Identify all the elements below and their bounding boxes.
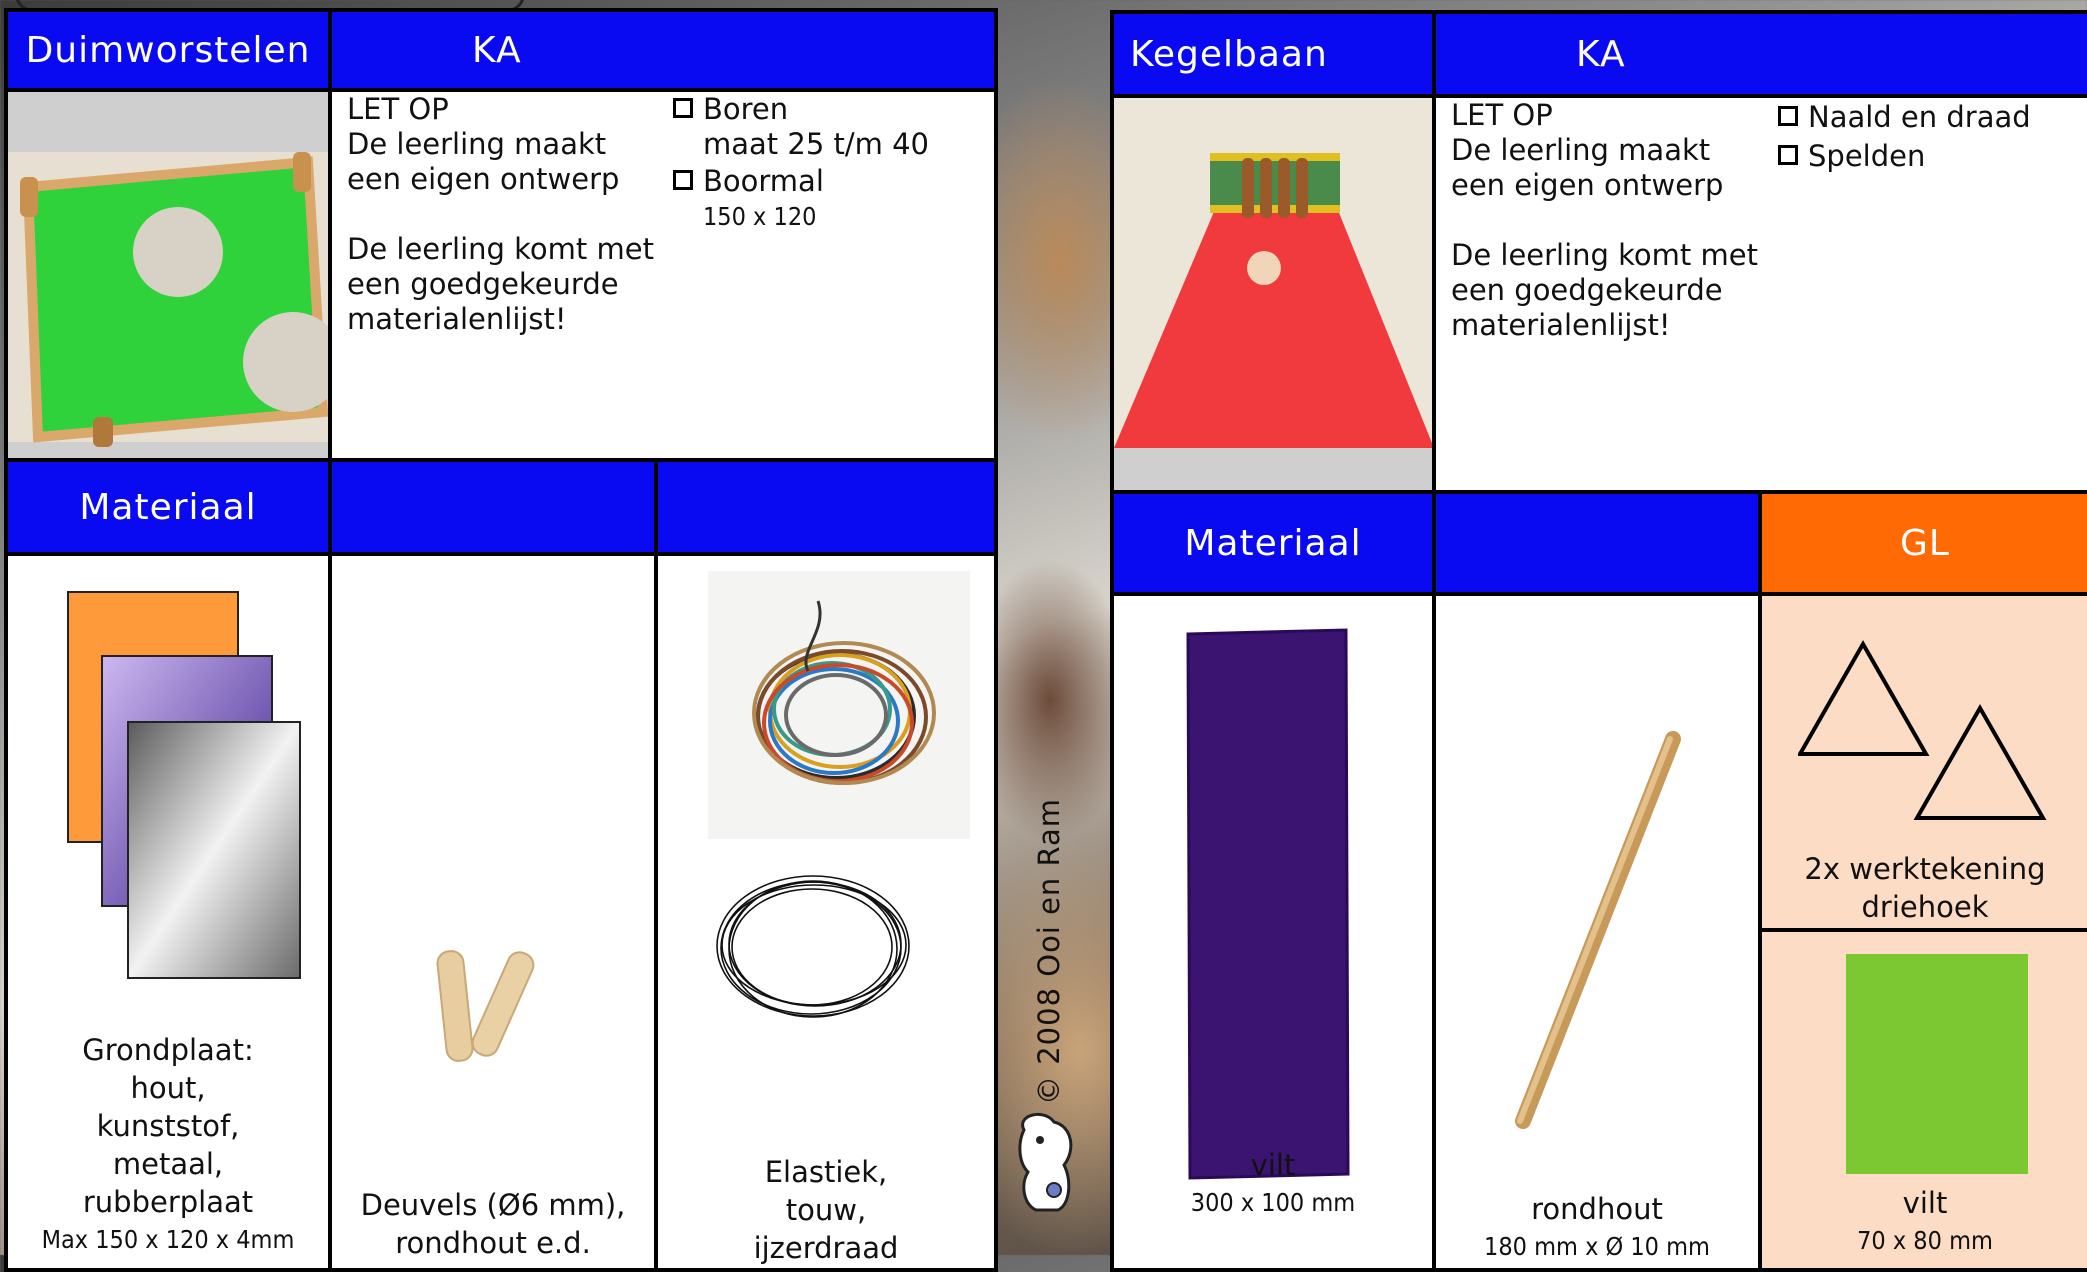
left-photo-cell <box>4 88 332 462</box>
dowels-image <box>436 950 535 1062</box>
tool-checkbox-boren[interactable]: Boren maat 25 t/m 40 <box>673 92 993 162</box>
deuvels-caption: Deuvels (Ø6 mm), rondhout e.d. <box>332 1186 654 1262</box>
left-note-line4: een goedgekeurde <box>347 267 619 301</box>
material-cell-vilt-green: vilt 70 x 80 mm <box>1758 928 2087 1272</box>
caption-name: vilt <box>1250 1148 1296 1182</box>
caption-line: rondhout e.d. <box>395 1226 591 1260</box>
caption-line: metaal, <box>112 1147 224 1181</box>
material-cell-deuvels: Deuvels (Ø6 mm), rondhout e.d. <box>328 552 658 1272</box>
tool-checkbox-naald-en-draad[interactable]: Naald en draad <box>1778 100 2078 135</box>
checkbox-icon <box>1778 106 1798 126</box>
caption-line: Grondplaat: <box>82 1033 254 1067</box>
right-materials-title: Materiaal <box>1184 522 1362 564</box>
elastiek-caption: Elastiek, touw, ijzerdraad <box>658 1153 994 1267</box>
caption-line: driehoek <box>1861 890 1989 924</box>
right-note-heading: LET OP <box>1451 98 1553 132</box>
left-note-line3: De leerling komt met <box>347 232 654 266</box>
tool-checkbox-spelden[interactable]: Spelden <box>1778 139 2078 174</box>
round-wood-rod-image <box>1515 731 1681 1129</box>
right-title-cell: Kegelbaan <box>1110 10 1436 98</box>
tool-detail: 150 x 120 <box>703 202 817 231</box>
right-photo-cell <box>1110 94 1436 494</box>
right-header-blank <box>1432 490 1762 596</box>
tool-label: Naald en draad <box>1808 100 2031 134</box>
right-ka-badge: KA <box>1576 33 1626 75</box>
caption-name: rondhout <box>1531 1192 1663 1226</box>
left-badge-cell: KA <box>328 8 998 92</box>
caption-line: Elastiek, <box>764 1155 888 1189</box>
caption-line: Deuvels (Ø6 mm), <box>360 1188 626 1222</box>
right-note-line5: materialenlijst! <box>1451 308 1671 342</box>
right-note-line4: een goedgekeurde <box>1451 273 1723 307</box>
drawing-caption: 2x werktekening driehoek <box>1762 850 2087 926</box>
gl-label: GL <box>1900 522 1950 564</box>
material-cell-elastiek: Elastiek, touw, ijzerdraad <box>654 552 998 1272</box>
tool-detail: maat 25 t/m 40 <box>703 127 930 161</box>
left-card-title: Duimworstelen <box>25 29 311 71</box>
material-cell-rondhout: rondhout 180 mm x Ø 10 mm <box>1432 592 1762 1272</box>
right-note-line2: een eigen ontwerp <box>1451 168 1724 202</box>
checkbox-icon <box>673 98 693 118</box>
left-header-blank-1 <box>328 458 658 556</box>
green-felt-image <box>1846 954 2028 1174</box>
left-note-heading: LET OP <box>347 92 449 126</box>
right-note-line1: De leerling maakt <box>1451 133 1711 167</box>
left-note-line2: een eigen ontwerp <box>347 162 620 196</box>
right-note-line3: De leerling komt met <box>1451 238 1758 272</box>
tool-label: Spelden <box>1808 139 1926 173</box>
caption-size: 70 x 80 mm <box>1857 1226 1993 1255</box>
caption-name: vilt <box>1902 1186 1948 1220</box>
caption-line: 2x werktekening <box>1804 852 2046 886</box>
caption-size: Max 150 x 120 x 4mm <box>41 1225 295 1254</box>
material-cell-vilt-purple: vilt 300 x 100 mm <box>1110 592 1436 1272</box>
drawing-cell: 2x werktekening driehoek <box>1758 592 2087 932</box>
ooi-en-ram-logo <box>1018 1112 1073 1212</box>
checkbox-icon <box>1778 145 1798 165</box>
left-note-text: LET OP De leerling maakt een eigen ontwe… <box>347 92 677 337</box>
right-note-text: LET OP De leerling maakt een eigen ontwe… <box>1451 98 1781 343</box>
triangle-drawings-icon <box>1798 639 2047 820</box>
right-badge-cell: KA <box>1432 10 2087 98</box>
purple-felt-image <box>1186 628 1350 1180</box>
left-materials-header: Materiaal <box>4 458 332 556</box>
caption-line: kunststof, <box>96 1109 240 1143</box>
right-card-title: Kegelbaan <box>1130 33 1328 75</box>
left-tools-list: Boren maat 25 t/m 40 Boormal 150 x 120 <box>673 92 993 234</box>
right-tools-list: Naald en draad Spelden <box>1778 100 2078 174</box>
iron-wire-image <box>716 875 910 1018</box>
left-header-blank-2 <box>654 458 998 556</box>
thumb-wrestling-board-image <box>8 152 328 447</box>
left-title-cell: Duimworstelen <box>4 8 332 92</box>
material-cell-grondplaat: Grondplaat: hout, kunststof, metaal, rub… <box>4 552 332 1272</box>
copyright-label: © 2008 Ooi en Ram <box>1032 797 1066 1105</box>
vilt-green-caption: vilt 70 x 80 mm <box>1762 1184 2087 1260</box>
sheet-plates-image <box>67 591 301 979</box>
left-note-line1: De leerling maakt <box>347 127 607 161</box>
caption-line: hout, <box>130 1071 206 1105</box>
caption-line: touw, <box>785 1193 867 1227</box>
caption-size: 180 mm x Ø 10 mm <box>1484 1232 1710 1261</box>
elastic-cords-image <box>708 571 970 839</box>
left-ka-badge: KA <box>472 29 522 71</box>
caption-line: rubberplaat <box>82 1185 254 1219</box>
gl-header: GL <box>1758 490 2087 596</box>
grondplaat-caption: Grondplaat: hout, kunststof, metaal, rub… <box>8 1031 328 1259</box>
right-materials-header: Materiaal <box>1110 490 1436 596</box>
left-materials-title: Materiaal <box>79 486 257 528</box>
tool-label: Boren <box>703 92 789 126</box>
vilt-purple-caption: vilt 300 x 100 mm <box>1114 1146 1432 1222</box>
bowling-alley-image <box>1114 98 1432 448</box>
tool-label: Boormal <box>703 164 824 198</box>
caption-line: ijzerdraad <box>753 1231 899 1265</box>
left-note-line5: materialenlijst! <box>347 302 567 336</box>
caption-size: 300 x 100 mm <box>1190 1188 1356 1217</box>
tool-checkbox-boormal[interactable]: Boormal 150 x 120 <box>673 164 993 234</box>
checkbox-icon <box>673 170 693 190</box>
